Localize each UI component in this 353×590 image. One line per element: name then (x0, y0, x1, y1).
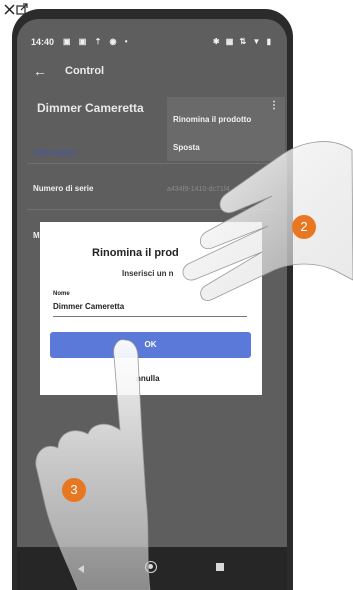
step-badge-3: 3 (62, 478, 86, 502)
step-badge-2: 2 (292, 215, 316, 239)
hand-pointing-lower-left-icon (35, 339, 151, 590)
hand-illustrations (35, 141, 353, 590)
hand-pointing-upper-right-icon (182, 141, 353, 301)
